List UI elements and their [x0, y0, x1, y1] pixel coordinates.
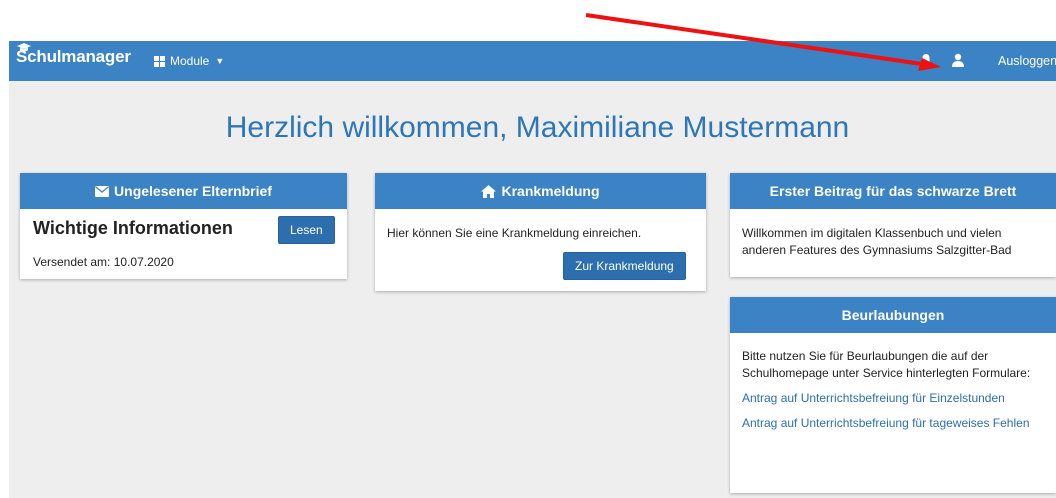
user-icon[interactable] — [951, 53, 965, 67]
main-content: Herzlich willkommen, Maximiliane Musterm… — [9, 81, 1056, 498]
unread-letter-body: Wichtige Informationen Lesen Versendet a… — [20, 209, 347, 279]
sick-note-title: Krankmeldung — [501, 183, 600, 199]
sick-note-body: Hier können Sie eine Krankmeldung einrei… — [375, 209, 706, 291]
brand-name: Schulmanager — [16, 47, 131, 66]
graduation-cap-icon — [17, 43, 31, 52]
module-menu-button[interactable]: Module ▼ — [154, 54, 224, 68]
bell-icon[interactable] — [919, 53, 933, 67]
module-menu-label: Module — [170, 54, 210, 68]
sick-note-card: Krankmeldung Hier können Sie eine Krankm… — [375, 173, 706, 291]
sick-note-text: Hier können Sie eine Krankmeldung einrei… — [387, 226, 642, 240]
bulletin-card: Erster Beitrag für das schwarze Brett Wi… — [730, 173, 1056, 277]
leave-header: Beurlaubungen — [730, 297, 1056, 333]
bulletin-title: Erster Beitrag für das schwarze Brett — [769, 183, 1017, 199]
logout-link[interactable]: Ausloggen — [998, 54, 1056, 68]
leave-link-hours[interactable]: Antrag auf Unterrichtsbefreiung für Einz… — [742, 391, 1005, 405]
unread-letter-card: Ungelesener Elternbrief Wichtige Informa… — [20, 173, 347, 279]
leave-link-days[interactable]: Antrag auf Unterrichtsbefreiung für tage… — [742, 416, 1030, 430]
unread-letter-title: Ungelesener Elternbrief — [114, 183, 272, 199]
leave-text: Bitte nutzen Sie für Beurlaubungen die a… — [742, 349, 1031, 380]
leave-body: Bitte nutzen Sie für Beurlaubungen die a… — [730, 333, 1056, 432]
letter-sent-date: Versendet am: 10.07.2020 — [33, 255, 174, 269]
bulletin-text: Willkommen im digitalen Klassenbuch und … — [742, 226, 1012, 257]
letter-title: Wichtige Informationen — [33, 218, 233, 238]
sick-note-button[interactable]: Zur Krankmeldung — [563, 252, 686, 280]
sick-note-header: Krankmeldung — [375, 173, 706, 209]
caret-down-icon: ▼ — [215, 56, 225, 66]
top-navbar: Schulmanager Module ▼ Ausloggen — [9, 41, 1056, 81]
grid-icon — [154, 55, 165, 67]
leave-card: Beurlaubungen Bitte nutzen Sie für Beurl… — [730, 297, 1056, 493]
read-letter-button[interactable]: Lesen — [278, 216, 335, 244]
brand-logo[interactable]: Schulmanager — [16, 43, 131, 67]
home-icon — [481, 184, 497, 198]
envelope-icon — [95, 185, 110, 197]
welcome-heading: Herzlich willkommen, Maximiliane Musterm… — [225, 111, 850, 144]
leave-title: Beurlaubungen — [841, 307, 945, 323]
bulletin-header: Erster Beitrag für das schwarze Brett — [730, 173, 1056, 209]
unread-letter-header: Ungelesener Elternbrief — [20, 173, 347, 209]
